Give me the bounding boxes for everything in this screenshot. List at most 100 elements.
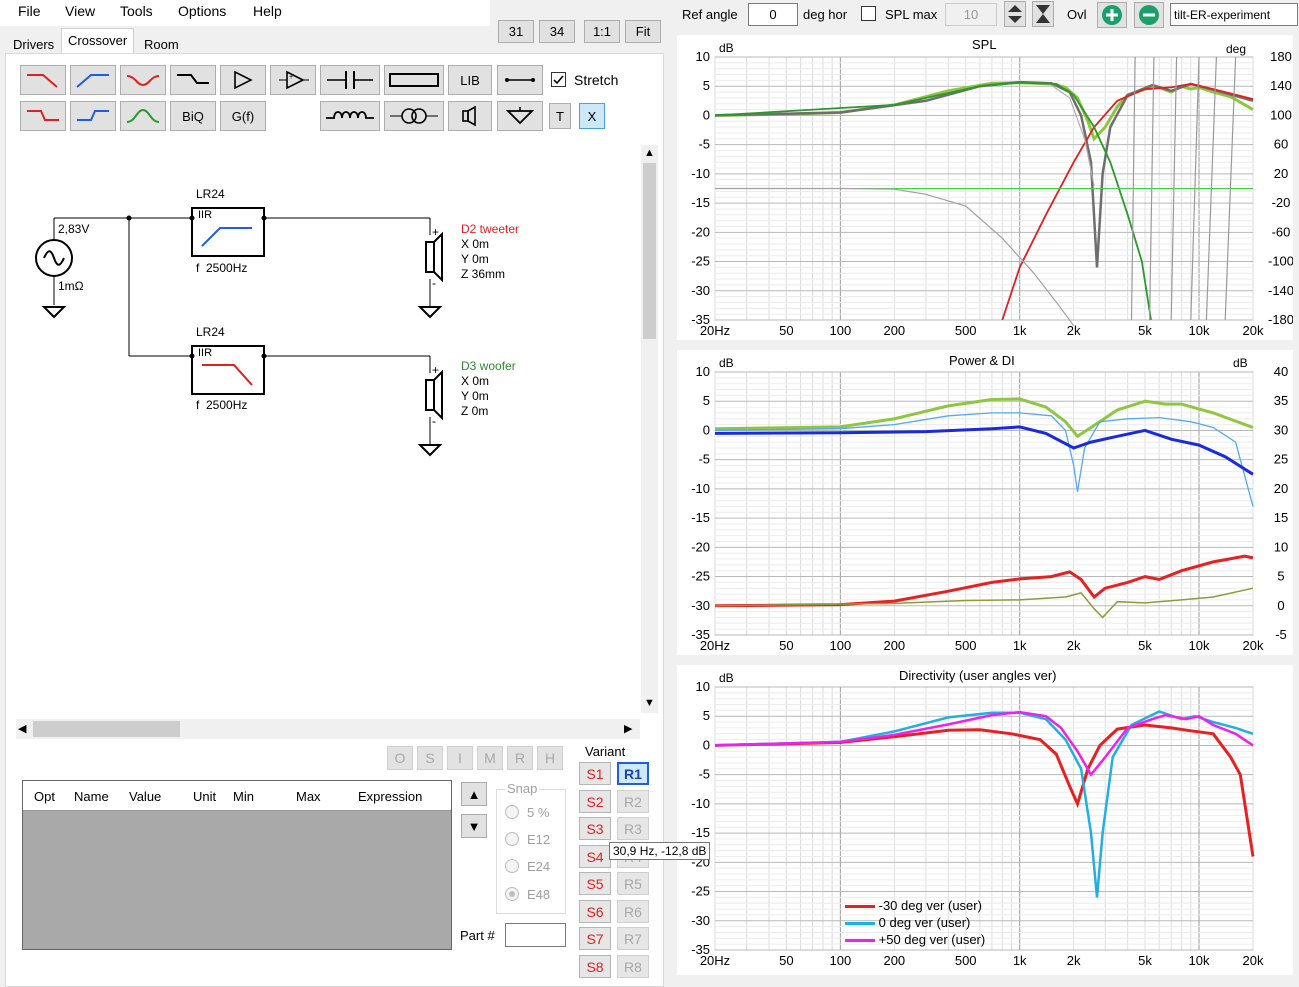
- opt-s-button[interactable]: S: [417, 746, 443, 770]
- spl-max-input[interactable]: 10: [945, 3, 997, 26]
- x-button[interactable]: X: [579, 103, 605, 129]
- menu-view[interactable]: View: [65, 3, 95, 19]
- filter1-type: IIR: [198, 209, 213, 221]
- opt-m-button[interactable]: M: [477, 746, 503, 770]
- col-min[interactable]: Min: [233, 789, 254, 804]
- speaker-icon: [462, 105, 476, 127]
- variant-s2-button[interactable]: S2: [579, 790, 611, 813]
- snap-radio-5pct[interactable]: [505, 805, 519, 819]
- col-opt[interactable]: Opt: [34, 789, 55, 804]
- opamp-button[interactable]: +: [270, 65, 316, 95]
- snap-label-e12: E12: [527, 832, 551, 847]
- highpass-blue-button[interactable]: [70, 65, 116, 95]
- lowpass-red-button[interactable]: [20, 65, 66, 95]
- variant-s7-button[interactable]: S7: [579, 927, 611, 950]
- variant-s5-button[interactable]: S5: [579, 872, 611, 895]
- bandstop-button[interactable]: [120, 65, 166, 95]
- move-up-button[interactable]: ▲: [461, 782, 487, 806]
- opt-r-button[interactable]: R: [507, 746, 533, 770]
- parameter-table[interactable]: Opt Name Value Unit Min Max Expression: [22, 780, 452, 950]
- opt-i-button[interactable]: I: [447, 746, 473, 770]
- spl-graph[interactable]: 10 5 0 -5 -10 -15 -20 -25 -30 -35 180 140 100 60 20 -20…: [677, 35, 1294, 340]
- zoom-1to1-button[interactable]: 1:1: [584, 20, 620, 43]
- variant-s1-button[interactable]: S1: [579, 762, 611, 785]
- zoom-31-button[interactable]: 31: [498, 20, 534, 43]
- opt-o-button[interactable]: O: [387, 746, 413, 770]
- shelf-button[interactable]: [170, 65, 216, 95]
- tab-crossover[interactable]: Crossover: [61, 28, 135, 55]
- schematic-hscroll[interactable]: ◀ ▶: [16, 719, 640, 739]
- snap-radio-e24[interactable]: [505, 859, 519, 873]
- highpass2-button[interactable]: [70, 101, 116, 131]
- capacitor-button[interactable]: [320, 65, 380, 95]
- col-expression[interactable]: Expression: [358, 789, 422, 804]
- resistor-button[interactable]: [384, 65, 444, 95]
- zoom-fit-button[interactable]: Fit: [625, 20, 661, 43]
- wire-icon: [505, 78, 535, 82]
- ground-button[interactable]: [497, 101, 543, 131]
- variant-r6-button[interactable]: R6: [617, 900, 649, 923]
- y2-tick-label: 40: [1274, 364, 1288, 379]
- overlay-remove-button[interactable]: [1134, 2, 1164, 28]
- hscroll-thumb[interactable]: [33, 721, 180, 737]
- tweeter-name[interactable]: D2 tweeter: [461, 222, 519, 236]
- lib-button[interactable]: LIB: [448, 65, 492, 95]
- zoom-34-button[interactable]: 34: [539, 20, 575, 43]
- amplifier-button[interactable]: [220, 65, 266, 95]
- ref-angle-input[interactable]: 0: [748, 3, 798, 26]
- tab-room[interactable]: Room: [137, 32, 186, 54]
- variant-s4-button[interactable]: S4: [579, 845, 611, 868]
- variant-r2-button[interactable]: R2: [617, 790, 649, 813]
- driver-button[interactable]: [448, 101, 492, 131]
- menu-options[interactable]: Options: [178, 3, 226, 19]
- opt-h-button[interactable]: H: [537, 746, 563, 770]
- variant-r3-button[interactable]: R3: [617, 817, 649, 840]
- woofer-name[interactable]: D3 woofer: [461, 359, 516, 373]
- spin-updown-button[interactable]: [1004, 1, 1026, 27]
- menu-file[interactable]: File: [18, 3, 41, 19]
- overlay-project-field[interactable]: tilt-ER-experiment: [1170, 3, 1298, 26]
- stretch-checkbox[interactable]: [551, 72, 566, 87]
- col-max[interactable]: Max: [296, 789, 321, 804]
- variant-s8-button[interactable]: S8: [579, 955, 611, 978]
- variant-s3-button[interactable]: S3: [579, 817, 611, 840]
- variant-s6-button[interactable]: S6: [579, 900, 611, 923]
- overlay-add-button[interactable]: [1097, 2, 1127, 28]
- gf-button[interactable]: G(f): [220, 101, 266, 131]
- variant-r8-button[interactable]: R8: [617, 955, 649, 978]
- scroll-right-icon[interactable]: ▶: [624, 722, 632, 735]
- menu-tools[interactable]: Tools: [120, 3, 153, 19]
- schematic-canvas[interactable]: 2,83V 1mΩ LR24 IIR f 2500Hz LR24 IIR f 2…: [16, 145, 640, 713]
- scroll-down-icon[interactable]: ▼: [644, 697, 655, 709]
- lowpass2-button[interactable]: [20, 101, 66, 131]
- variant-r5-button[interactable]: R5: [617, 872, 649, 895]
- transformer-button[interactable]: [384, 101, 444, 131]
- col-unit[interactable]: Unit: [193, 789, 216, 804]
- y-tick-label: -25: [691, 569, 710, 584]
- x-tick-label: 20k: [1243, 323, 1264, 338]
- inductor-button[interactable]: [320, 101, 380, 131]
- scroll-thumb[interactable]: [643, 163, 656, 339]
- part-input[interactable]: [505, 923, 566, 947]
- variant-r7-button[interactable]: R7: [617, 927, 649, 950]
- tab-drivers[interactable]: Drivers: [6, 32, 61, 54]
- schematic-vscroll[interactable]: ▲ ▼: [641, 145, 658, 713]
- x-tick-label: 5k: [1138, 323, 1152, 338]
- menu-help[interactable]: Help: [253, 3, 282, 19]
- col-value[interactable]: Value: [129, 789, 161, 804]
- directivity-graph[interactable]: 10 5 0 -5 -10 -15 -20 -25 -30 -35 20Hz 50 100 200 500 1…: [677, 665, 1293, 975]
- t-button[interactable]: T: [549, 103, 571, 129]
- move-down-button[interactable]: ▼: [461, 814, 487, 838]
- snap-radio-e12[interactable]: [505, 832, 519, 846]
- bandpass-button[interactable]: [120, 101, 166, 131]
- power-di-graph[interactable]: 10 5 0 -5 -10 -15 -20 -25 -30 -35 40 35 30 25 20 15 10 5 0…: [677, 350, 1293, 655]
- scroll-left-icon[interactable]: ◀: [18, 722, 26, 735]
- biquad-button[interactable]: BiQ: [170, 101, 216, 131]
- wire-button[interactable]: [497, 65, 543, 95]
- hourglass-button[interactable]: [1032, 1, 1054, 27]
- spl-max-checkbox[interactable]: [861, 6, 876, 21]
- variant-r1-button[interactable]: R1: [617, 762, 649, 785]
- col-name[interactable]: Name: [74, 789, 109, 804]
- snap-radio-e48[interactable]: [505, 887, 519, 901]
- scroll-up-icon[interactable]: ▲: [644, 147, 655, 159]
